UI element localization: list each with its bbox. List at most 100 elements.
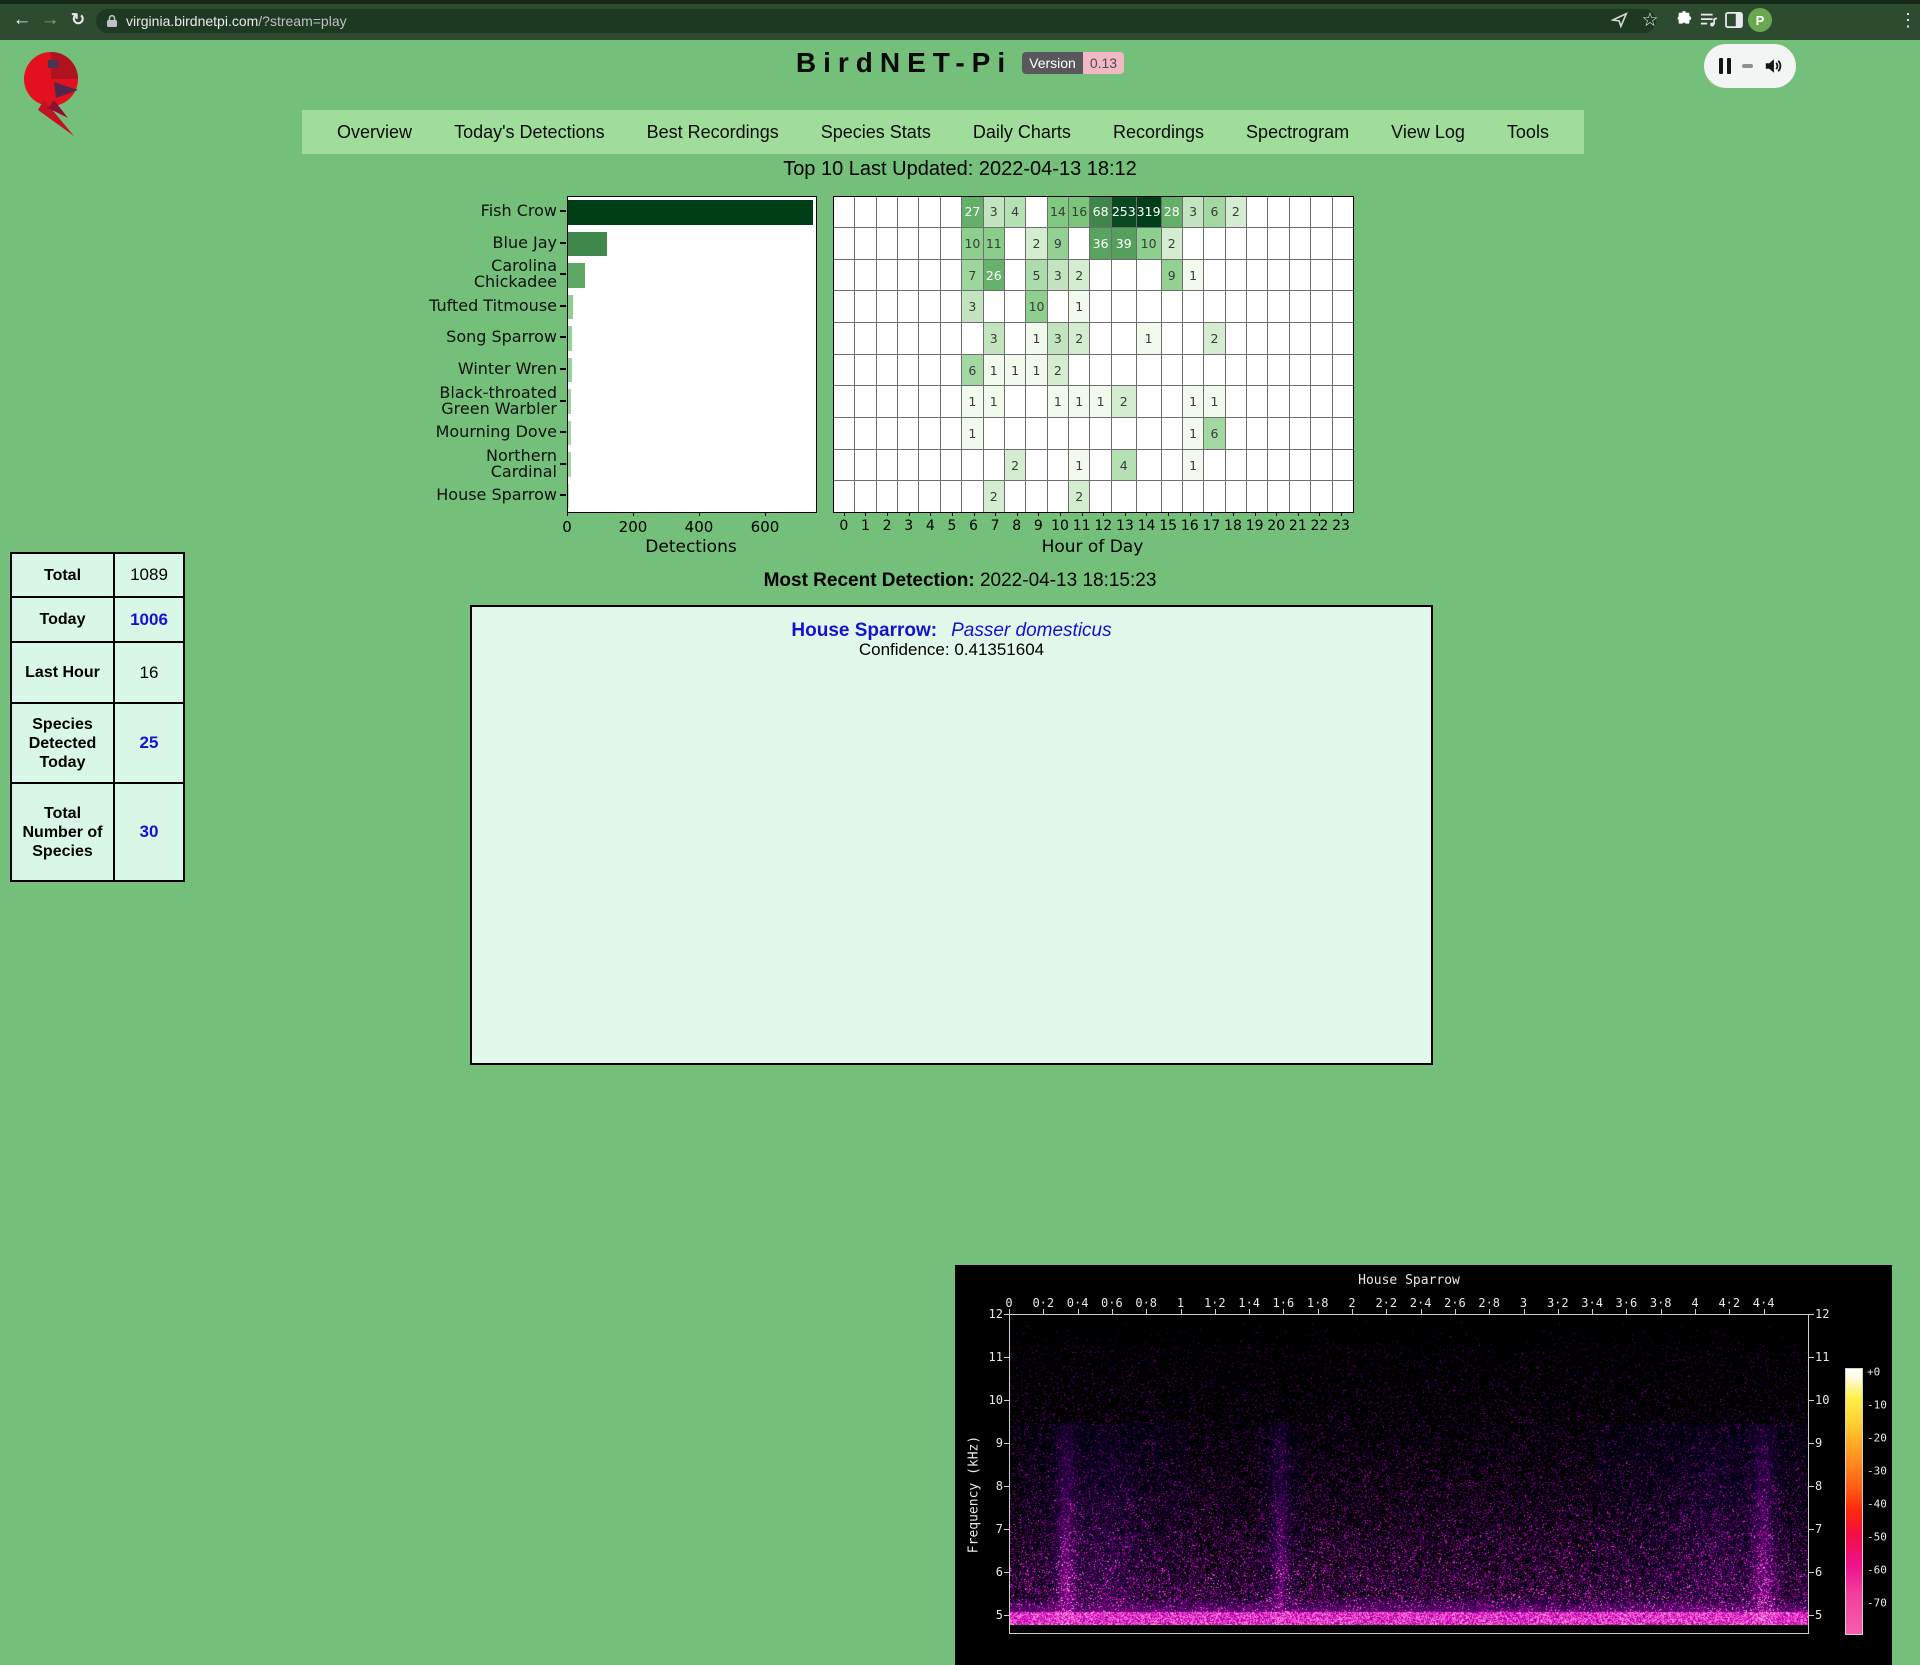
spec-x-tick-label: 3·8 [1650,1296,1672,1310]
spec-x-tick [1386,1309,1387,1314]
recent-value: 2022-04-13 18:15:23 [980,570,1156,591]
spec-x-tick-label: 1 [1177,1296,1184,1310]
nav-overview[interactable]: Overview [337,122,412,143]
spec-x-tick-label: 0·4 [1067,1296,1089,1310]
chrome-menu-icon[interactable]: ⋮ [1896,8,1920,32]
nav-daily-charts[interactable]: Daily Charts [973,122,1071,143]
bookmark-star-icon[interactable]: ☆ [1638,8,1662,32]
spec-x-tick-label: 3·4 [1581,1296,1603,1310]
spec-x-tick-label: 1·4 [1238,1296,1260,1310]
spec-y-tick [1004,1486,1009,1487]
screen: ← → ↻ virginia.birdnetpi.com/?stream=pla… [0,0,1920,1017]
nav-species-stats[interactable]: Species Stats [821,122,931,143]
spec-x-tick-label: 2·8 [1478,1296,1500,1310]
spec-x-tick-label: 2·6 [1444,1296,1466,1310]
spec-x-tick [1455,1309,1456,1314]
extensions-icon[interactable] [1672,8,1696,32]
pause-icon[interactable] [1719,58,1731,74]
site-title: BirdNET-Pi [796,47,1012,79]
profile-avatar[interactable]: P [1748,8,1772,32]
spec-x-tick-label: 4·2 [1718,1296,1740,1310]
stats-value[interactable]: 30 [114,783,184,881]
colorbar-tick-label: +0 [1867,1366,1880,1379]
spec-x-tick [1181,1309,1182,1314]
colorbar-tick-label: -50 [1867,1531,1887,1544]
version-value: 0.13 [1083,52,1124,74]
stats-value: 16 [114,642,184,703]
send-icon[interactable] [1608,8,1632,32]
nav-view-log[interactable]: View Log [1391,122,1465,143]
spec-x-tick [1626,1309,1627,1314]
detection-panel: House Sparrow: Passer domesticus Confiden… [470,605,1433,1065]
colorbar-tick-label: -60 [1867,1564,1887,1577]
stats-value[interactable]: 25 [114,703,184,783]
spec-x-tick-label: 3·2 [1547,1296,1569,1310]
stats-label: Last Hour [11,642,114,703]
colorbar-tick-label: -30 [1867,1465,1887,1478]
spec-x-tick-label: 3·6 [1616,1296,1638,1310]
stats-table: Total1089Today1006Last Hour16Species Det… [10,552,185,882]
spec-y-tick [1004,1314,1009,1315]
spec-y-tick [1004,1529,1009,1530]
spec-x-tick [1764,1309,1765,1314]
side-panel-icon[interactable] [1722,8,1746,32]
reload-button[interactable]: ↻ [64,6,92,34]
spectrogram-frame [1009,1314,1809,1634]
nav-tools[interactable]: Tools [1507,122,1549,143]
media-playlist-icon[interactable] [1697,8,1721,32]
detection-common-name[interactable]: House Sparrow: [791,620,937,641]
nav-recordings[interactable]: Recordings [1113,122,1204,143]
stats-value[interactable]: 1006 [114,597,184,642]
spectrogram-colorbar [1845,1368,1863,1635]
spec-y-tick-right [1809,1529,1814,1530]
nav-spectrogram[interactable]: Spectrogram [1246,122,1349,143]
spec-x-tick-label: 1·8 [1307,1296,1329,1310]
spec-x-tick [1352,1309,1353,1314]
nav-best-recordings[interactable]: Best Recordings [647,122,779,143]
detection-confidence: Confidence: 0.41351604 [472,640,1431,660]
spec-y-tick-label-right: 11 [1815,1350,1849,1364]
spec-x-tick [1249,1309,1250,1314]
spec-x-tick [1661,1309,1662,1314]
spec-x-tick [1729,1309,1730,1314]
spec-x-tick [1318,1309,1319,1314]
spec-y-tick-label-right: 12 [1815,1307,1849,1321]
detection-title: House Sparrow: Passer domesticus [472,620,1431,642]
spec-x-tick [1043,1309,1044,1314]
spec-y-tick-label: 6 [969,1565,1003,1579]
spec-x-tick [1112,1309,1113,1314]
colorbar-tick-label: -20 [1867,1432,1887,1445]
spec-y-tick-right [1809,1357,1814,1358]
back-button[interactable]: ← [8,6,36,34]
spec-y-tick-label: 7 [969,1522,1003,1536]
lock-icon [106,14,118,28]
spec-y-tick-label: 5 [969,1608,1003,1622]
url-bar[interactable]: virginia.birdnetpi.com/?stream=play [96,9,1656,33]
stats-label: Species Detected Today [11,703,114,783]
spec-y-tick [1004,1443,1009,1444]
colorbar-tick-label: -10 [1867,1399,1887,1412]
spec-x-tick [1283,1309,1284,1314]
stats-row: Total Number of Species30 [11,783,184,881]
spec-x-tick-label: 2 [1348,1296,1355,1310]
seek-handle[interactable] [1742,64,1753,68]
spec-x-tick-label: 0 [1005,1296,1012,1310]
spec-x-tick [1592,1309,1593,1314]
spec-y-tick-label: 10 [969,1393,1003,1407]
detection-scientific-name: Passer domesticus [951,620,1112,641]
spec-x-tick-label: 1·6 [1273,1296,1295,1310]
spec-y-tick-right [1809,1486,1814,1487]
url-text: virginia.birdnetpi.com/?stream=play [126,13,347,29]
volume-icon[interactable] [1764,57,1782,75]
spec-x-tick [1558,1309,1559,1314]
spectrogram: House Sparrow Frequency (kHz) 00·20·40·6… [955,1265,1892,1665]
stats-label: Today [11,597,114,642]
spec-x-tick [1524,1309,1525,1314]
nav-today-s-detections[interactable]: Today's Detections [454,122,605,143]
spec-x-tick-label: 4 [1691,1296,1698,1310]
stats-row: Species Detected Today25 [11,703,184,783]
spec-x-tick-label: 2·2 [1375,1296,1397,1310]
forward-button[interactable]: → [36,6,64,34]
spec-y-tick-label-right: 8 [1815,1479,1849,1493]
spec-y-tick-label-right: 10 [1815,1393,1849,1407]
